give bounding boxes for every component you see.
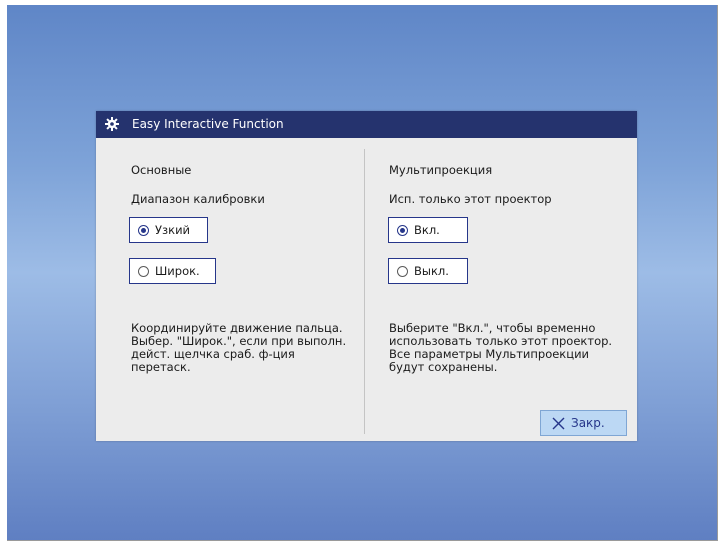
calibration-description: Координируйте движение пальца. Выбер. "Ш… <box>131 321 347 374</box>
close-button-label: Закр. <box>571 416 605 430</box>
gear-icon <box>105 117 119 131</box>
option-narrow-label: Узкий <box>155 223 191 237</box>
option-on[interactable]: Вкл. <box>388 217 468 243</box>
radio-selected-icon <box>138 225 149 236</box>
section-title-basic: Основные <box>131 163 192 177</box>
radio-selected-icon <box>397 225 408 236</box>
close-button[interactable]: Закр. <box>540 410 627 436</box>
use-this-projector-label: Исп. только этот проектор <box>389 192 552 206</box>
calibration-range-label: Диапазон калибровки <box>131 192 265 206</box>
column-divider <box>364 149 365 434</box>
radio-unselected-icon <box>397 266 408 277</box>
option-on-label: Вкл. <box>414 223 440 237</box>
dialog-title: Easy Interactive Function <box>132 117 284 131</box>
projector-screen-background: Easy Interactive Function Основные Диапа… <box>7 5 718 541</box>
easy-interactive-dialog: Easy Interactive Function Основные Диапа… <box>96 111 637 441</box>
close-icon <box>552 417 565 430</box>
option-wide[interactable]: Широк. <box>129 258 216 284</box>
dialog-titlebar: Easy Interactive Function <box>96 111 637 138</box>
option-off-label: Выкл. <box>414 264 449 278</box>
multiprojection-description: Выберите "Вкл.", чтобы временно использо… <box>389 321 613 374</box>
option-narrow[interactable]: Узкий <box>129 217 208 243</box>
option-off[interactable]: Выкл. <box>388 258 468 284</box>
section-title-multiprojection: Мультипроекция <box>389 163 493 177</box>
option-wide-label: Широк. <box>155 264 200 278</box>
radio-unselected-icon <box>138 266 149 277</box>
